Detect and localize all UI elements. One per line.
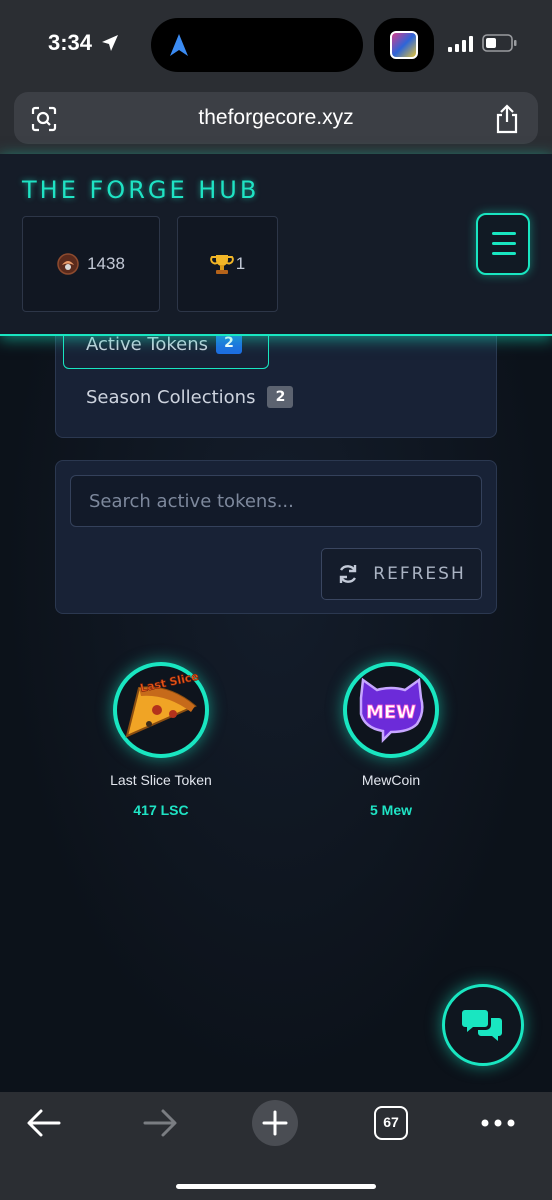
token-avatar: Last Slice — [113, 662, 209, 758]
coin-balance-value: 1438 — [87, 254, 125, 273]
signal-icon — [448, 36, 473, 52]
token-card-mewcoin[interactable]: MEW MewCoin 5 Mew — [301, 662, 481, 818]
search-panel: REFRESH — [55, 460, 497, 614]
chat-button[interactable] — [442, 984, 524, 1066]
tab-active-tokens-label: Active Tokens — [86, 336, 208, 355]
location-arrow-icon — [102, 35, 118, 51]
new-tab-icon — [262, 1110, 288, 1136]
back-icon[interactable] — [26, 1108, 62, 1138]
hamburger-menu-button[interactable] — [476, 213, 530, 275]
status-time: 3:34 — [48, 30, 93, 55]
coin-icon — [57, 253, 79, 275]
tabs-icon[interactable]: 67 — [374, 1106, 408, 1140]
mew-cat-icon: MEW — [359, 677, 424, 744]
pizza-slice-icon: Last Slice — [125, 670, 200, 738]
home-indicator — [176, 1184, 376, 1189]
hamburger-menu-icon — [492, 232, 516, 235]
chat-bubbles-icon — [462, 1010, 502, 1041]
tab-active-tokens-count: 2 — [216, 336, 242, 354]
trophy-count-value: 1 — [235, 254, 246, 273]
tab-season-collections[interactable]: Season Collections 2 — [86, 379, 294, 415]
refresh-icon — [340, 565, 357, 583]
trophy-count-box: 1 — [177, 216, 278, 312]
app-thumbnail-image — [390, 31, 418, 59]
site-header: THE FORGE HUB 1438 1 — [0, 154, 552, 336]
mew-icon-text: MEW — [366, 702, 416, 723]
battery-icon — [482, 34, 517, 52]
token-name: MewCoin — [361, 772, 421, 788]
coin-balance-box: 1438 — [22, 216, 160, 312]
app-thumbnail[interactable] — [374, 18, 434, 72]
brand-title[interactable]: THE FORGE HUB — [22, 176, 259, 204]
navigation-icon — [170, 34, 188, 56]
status-bar: 3:34 — [0, 0, 552, 88]
search-input[interactable] — [70, 475, 482, 527]
token-balance: 417 LSC — [133, 802, 189, 818]
token-avatar: MEW — [343, 662, 439, 758]
tab-season-collections-count: 2 — [267, 386, 294, 408]
dynamic-island — [151, 18, 363, 72]
token-card-last-slice[interactable]: Last Slice Last Slice Token 417 LSC — [71, 662, 251, 818]
trophy-icon — [209, 255, 234, 274]
tab-active-tokens[interactable]: Active Tokens 2 — [63, 336, 269, 369]
more-icon[interactable] — [480, 1118, 516, 1128]
main-content: Active Tokens 2 Season Collections 2 REF… — [0, 336, 552, 1092]
refresh-label: REFRESH — [373, 564, 466, 584]
new-tab-button[interactable] — [252, 1100, 298, 1146]
browser-url-area: theforgecore.xyz — [0, 88, 552, 154]
refresh-button[interactable]: REFRESH — [321, 548, 482, 600]
url-text[interactable]: theforgecore.xyz — [14, 106, 538, 130]
token-name: Last Slice Token — [110, 772, 212, 788]
forward-icon[interactable] — [142, 1108, 178, 1138]
share-icon[interactable] — [494, 104, 520, 134]
address-bar[interactable]: theforgecore.xyz — [14, 92, 538, 144]
token-tabs-panel: Active Tokens 2 Season Collections 2 — [55, 336, 497, 438]
token-balance: 5 Mew — [369, 802, 412, 818]
tab-season-collections-label: Season Collections — [86, 386, 256, 408]
